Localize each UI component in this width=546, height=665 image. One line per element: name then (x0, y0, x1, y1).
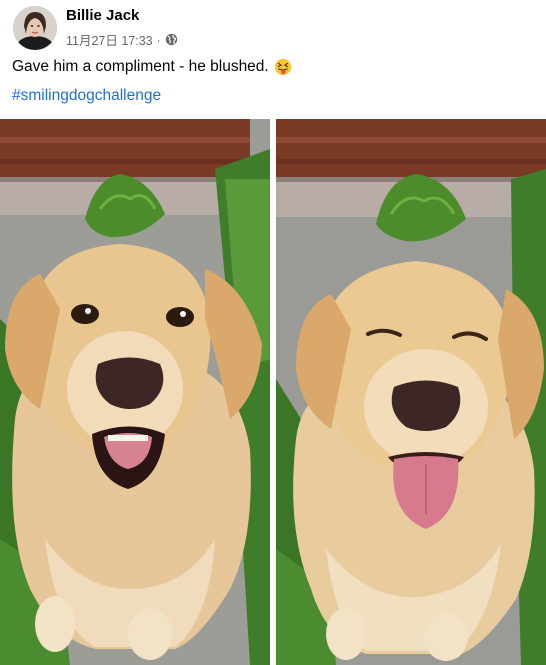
photo-grid (0, 119, 546, 665)
author-name[interactable]: Billie Jack (66, 7, 139, 24)
photo-dog-eyes-closed[interactable] (276, 119, 546, 665)
squinting-face-with-tongue-emoji-icon (274, 58, 291, 76)
photo-dog-eyes-open[interactable] (0, 119, 270, 665)
post-timestamp[interactable]: 11月27日 17:33 (66, 30, 153, 49)
post-body-text: Gave him a compliment - he blushed. (12, 58, 269, 75)
dog-blushing-image (276, 119, 546, 665)
post-header: Billie Jack 11月27日 17:33 · (12, 5, 532, 51)
dog-smiling-image (0, 119, 270, 665)
meta-separator: · (156, 32, 161, 47)
avatar-image (13, 6, 57, 50)
post-text-row: Gave him a compliment - he blushed. (12, 58, 292, 76)
avatar[interactable] (13, 6, 57, 50)
post-meta: 11月27日 17:33 · (66, 30, 178, 49)
hashtag-link[interactable]: #smilingdogchallenge (12, 87, 161, 105)
globe-icon[interactable] (165, 33, 178, 46)
